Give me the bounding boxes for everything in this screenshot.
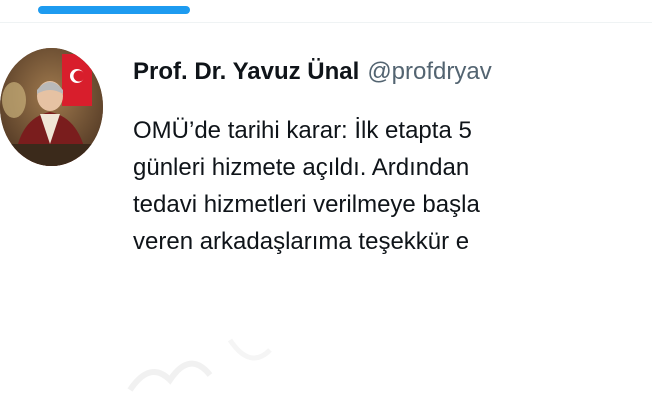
- tweet-header: Prof. Dr. Yavuz Ünal @profdryav: [133, 54, 492, 90]
- author-handle[interactable]: @profdryav: [367, 58, 491, 85]
- author-display-name[interactable]: Prof. Dr. Yavuz Ünal: [133, 58, 359, 85]
- divider: [0, 22, 652, 23]
- media-preview: [127, 338, 272, 392]
- avatar[interactable]: [0, 48, 103, 166]
- tweet-line: veren arkadaşlarıma teşekkür e: [133, 228, 470, 255]
- tweet-screenshot: Prof. Dr. Yavuz Ünal @profdryav OMÜ’de ta…: [0, 0, 652, 400]
- tweet-line: günleri hizmete açıldı. Ardından: [133, 154, 470, 181]
- tab-indicator: [38, 6, 190, 14]
- tweet-text: OMÜ’de tarihi karar: İlk etapta 5 günler…: [133, 112, 652, 260]
- tweet-line: tedavi hizmetleri verilmeye başla: [133, 191, 480, 218]
- avatar-photo-icon: [0, 48, 103, 166]
- tweet-line: OMÜ’de tarihi karar: İlk etapta 5: [133, 117, 472, 144]
